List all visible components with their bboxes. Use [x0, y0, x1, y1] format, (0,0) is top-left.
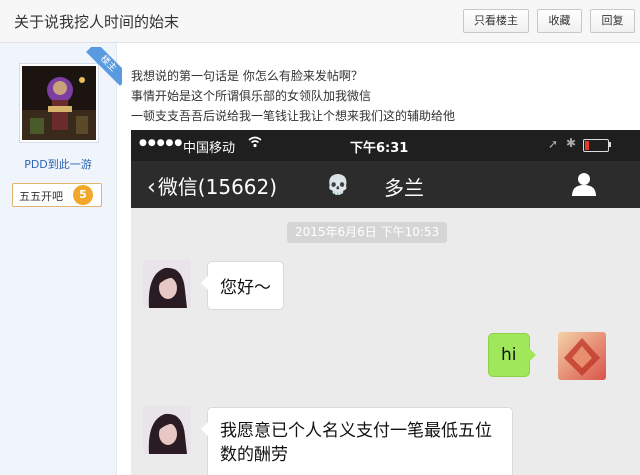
thread-title: 关于说我挖人时间的始末 [14, 13, 180, 31]
chat-screenshot: ●●●●● 中国移动 下午6:31 ➚ ✱ ‹ 微信(15662) 💀 多兰 20… [131, 130, 640, 475]
chevron-left-icon: ‹ [147, 175, 156, 200]
level-number-icon: 5 [73, 185, 93, 205]
self-avatar[interactable] [558, 332, 606, 380]
contact-avatar[interactable] [143, 406, 191, 454]
level-badge[interactable]: 五五开吧 5 [12, 183, 102, 207]
contact-avatar[interactable] [143, 260, 191, 308]
chat-nav-bar: ‹ 微信(15662) 💀 多兰 [131, 161, 640, 208]
profile-icon[interactable] [572, 172, 596, 196]
self-avatar-image [558, 332, 606, 380]
author-name-link[interactable]: PDD到此一游 [0, 156, 116, 172]
battery-level [585, 141, 589, 150]
message-bubble-incoming: 我愿意已个人名义支付一笔最低五位数的酬劳 [201, 407, 513, 475]
author-avatar-image [22, 66, 96, 140]
wifi-icon [248, 136, 262, 148]
back-button[interactable]: ‹ 微信(15662) [147, 171, 277, 200]
author-avatar[interactable] [19, 63, 99, 143]
thread-header: 关于说我挖人时间的始末 只看楼主 收藏 回复 [0, 0, 640, 43]
only-op-button[interactable]: 只看楼主 [463, 9, 529, 33]
back-label: 微信(15662) [157, 175, 278, 199]
post-line: 一顿支支吾吾后说给我一笔钱让我让个想来我们这的辅助给他 [131, 109, 456, 123]
bluetooth-icon: ✱ [566, 136, 577, 150]
signal-icon: ●●●●● [139, 138, 184, 148]
contact-avatar-image [143, 406, 191, 454]
level-name: 五五开吧 [19, 190, 63, 203]
post-line: 我想说的第一句话是 你怎么有脸来发帖啊？ [131, 69, 363, 83]
favorite-button[interactable]: 收藏 [537, 9, 582, 33]
reply-button[interactable]: 回复 [590, 9, 635, 33]
message-bubble-incoming: 您好～ [201, 261, 284, 310]
battery-icon [583, 139, 609, 152]
author-panel: 楼主 PDD到此一游 五五开吧 5 [0, 43, 122, 475]
chat-contact-name: 多兰 [384, 176, 424, 200]
post-line: 事情开始是这个所谓俱乐部的女领队加我微信 [131, 89, 372, 103]
location-icon: ➚ [548, 137, 559, 151]
status-time: 下午6:31 [350, 141, 409, 156]
battery-tip [609, 142, 611, 147]
carrier-label: 中国移动 [183, 141, 236, 156]
post-body: 我想说的第一句话是 你怎么有脸来发帖啊？ 事情开始是这个所谓俱乐部的女领队加我微… [131, 66, 455, 126]
skull-icon: 💀 [326, 174, 350, 196]
contact-avatar-image [143, 260, 191, 308]
message-timestamp: 2015年6月6日 下午10:53 [287, 222, 448, 243]
message-bubble-outgoing: hi [488, 333, 535, 377]
phone-status-bar: ●●●●● 中国移动 下午6:31 ➚ ✱ [131, 130, 640, 161]
